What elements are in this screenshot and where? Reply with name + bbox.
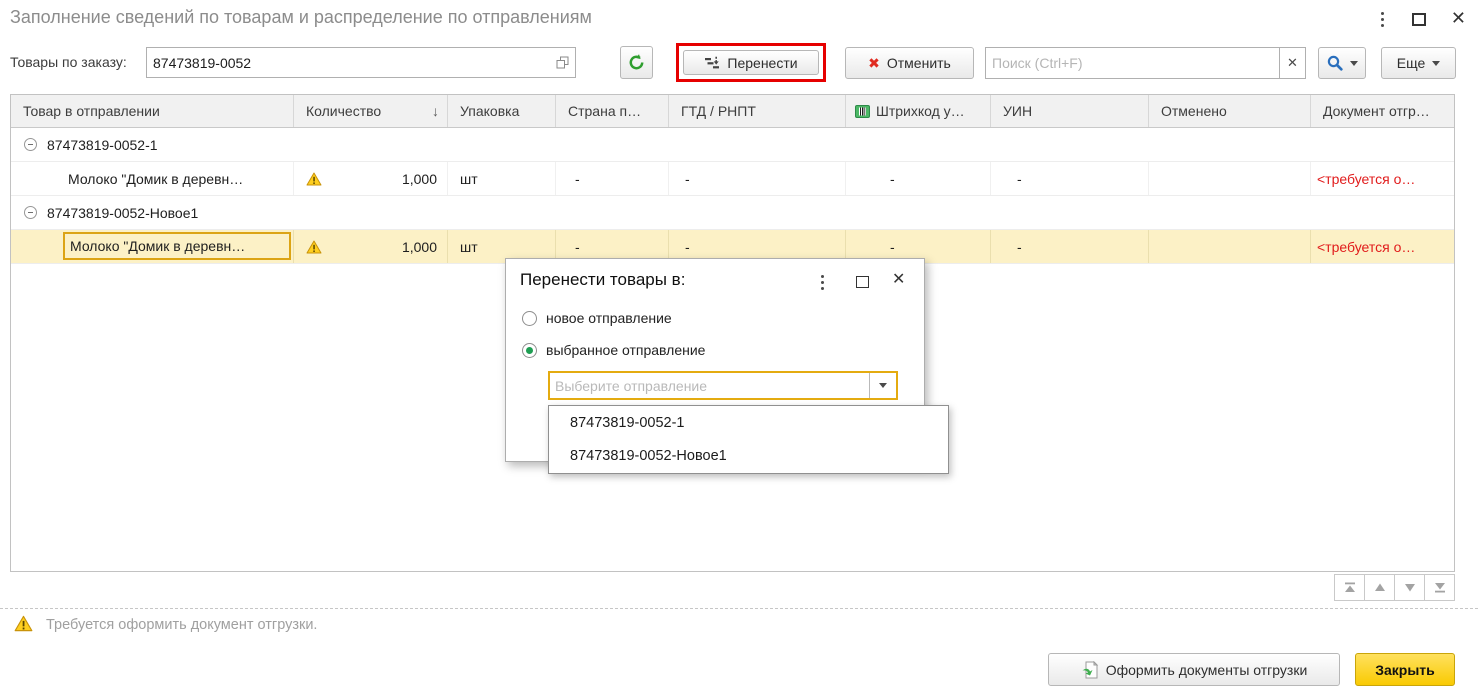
window-restore-icon[interactable]: [1412, 13, 1426, 26]
cancelled-cell[interactable]: [1149, 230, 1311, 263]
cancel-button-label: Отменить: [886, 55, 951, 71]
radio-new-label: новое отправление: [546, 310, 672, 326]
uin-cell[interactable]: -: [991, 162, 1149, 195]
uin-cell[interactable]: -: [991, 230, 1149, 263]
window-menu-icon[interactable]: [1381, 12, 1384, 27]
dialog-restore-icon[interactable]: [856, 276, 869, 288]
cancel-x-icon: ✖: [868, 54, 880, 71]
transfer-icon: [704, 56, 720, 70]
table-row-product-1[interactable]: Молоко "Домик в деревн… 1,000 шт - - - -…: [11, 162, 1454, 196]
order-label: Товары по заказу:: [10, 54, 127, 70]
warning-icon: [14, 615, 33, 632]
focused-cell-border: Молоко "Домик в деревн…: [63, 232, 291, 260]
down-icon: [1404, 584, 1415, 592]
warning-icon: [306, 172, 322, 186]
cancel-button[interactable]: ✖ Отменить: [845, 47, 974, 79]
chevron-down-icon: [1349, 60, 1358, 66]
scroll-down-button[interactable]: [1394, 574, 1425, 601]
collapse-icon[interactable]: [24, 206, 37, 219]
order-field: [146, 47, 576, 78]
col-header-shipment-doc[interactable]: Документ отгр…: [1311, 95, 1454, 127]
dialog-title: Перенести товары в:: [520, 270, 686, 289]
search-field: ✕: [985, 47, 1306, 79]
radio-icon-unchecked[interactable]: [522, 310, 537, 326]
col-header-barcode[interactable]: Штрихкод у…: [846, 95, 991, 127]
product-cell[interactable]: Молоко "Домик в деревн…: [11, 162, 294, 195]
refresh-button[interactable]: [620, 46, 653, 79]
search-button[interactable]: [1318, 47, 1366, 79]
issue-docs-label: Оформить документы отгрузки: [1105, 661, 1308, 678]
open-order-icon[interactable]: [550, 48, 575, 77]
chevron-down-icon: [1432, 60, 1441, 66]
quantity-cell[interactable]: 1,000: [294, 230, 448, 263]
table-scroll-buttons: [1334, 574, 1455, 601]
col-header-package[interactable]: Упаковка: [448, 95, 556, 127]
warning-icon: [306, 240, 322, 254]
barcode-icon: [855, 104, 870, 118]
search-clear-icon[interactable]: ✕: [1279, 48, 1305, 78]
close-button-label: Закрыть: [1375, 661, 1435, 678]
dashed-divider: [0, 608, 1478, 609]
transfer-button-label: Перенести: [727, 54, 798, 71]
radio-new-shipment[interactable]: новое отправление: [522, 310, 672, 326]
unit-cell[interactable]: шт: [448, 162, 556, 195]
magnifier-icon: [1327, 55, 1343, 71]
scroll-to-top-button[interactable]: [1334, 574, 1365, 601]
combo-dropdown-button[interactable]: [869, 373, 896, 398]
group-row-shipment-1[interactable]: 87473819-0052-1: [11, 128, 1454, 162]
more-button[interactable]: Еще: [1381, 47, 1456, 79]
window-close-icon[interactable]: ✕: [1451, 7, 1466, 29]
shipment-doc-cell[interactable]: <требуется о…: [1311, 230, 1454, 263]
table-header-row: Товар в отправлении Количество ↓ Упаковк…: [11, 95, 1454, 128]
group-row-label: 87473819-0052-1: [47, 136, 158, 153]
transfer-button[interactable]: Перенести: [683, 50, 819, 75]
barcode-cell[interactable]: -: [846, 162, 991, 195]
group-row-shipment-2[interactable]: 87473819-0052-Новое1: [11, 196, 1454, 230]
gtd-cell[interactable]: -: [669, 162, 846, 195]
annotation-red-box: Перенести: [676, 43, 826, 82]
radio-icon-checked[interactable]: [522, 342, 537, 358]
up-icon: [1374, 583, 1385, 591]
radio-selected-label: выбранное отправление: [546, 342, 706, 358]
scroll-to-bottom-button[interactable]: [1424, 574, 1455, 601]
order-input[interactable]: [147, 48, 550, 77]
shipment-doc-cell[interactable]: <требуется о…: [1311, 162, 1454, 195]
quantity-cell[interactable]: 1,000: [294, 162, 448, 195]
more-button-label: Еще: [1396, 55, 1426, 71]
col-header-country[interactable]: Страна п…: [556, 95, 669, 127]
radio-selected-shipment[interactable]: выбранное отправление: [522, 342, 705, 358]
col-header-quantity[interactable]: Количество ↓: [294, 95, 448, 127]
col-header-uin[interactable]: УИН: [991, 95, 1149, 127]
dropdown-item-1[interactable]: 87473819-0052-1: [549, 407, 948, 440]
shipment-dropdown-list: 87473819-0052-1 87473819-0052-Новое1: [548, 405, 949, 474]
page-title: Заполнение сведений по товарам и распред…: [10, 7, 592, 27]
dialog-close-icon[interactable]: ✕: [892, 269, 905, 289]
shipment-combo-input[interactable]: [550, 373, 869, 398]
col-header-cancelled[interactable]: Отменено: [1149, 95, 1311, 127]
cancelled-cell[interactable]: [1149, 162, 1311, 195]
search-input[interactable]: [986, 48, 1279, 78]
scroll-up-button[interactable]: [1364, 574, 1395, 601]
document-arrow-icon: [1081, 660, 1099, 679]
chevron-down-icon: [879, 383, 887, 388]
shipment-combobox: [548, 371, 898, 400]
to-top-icon: [1344, 582, 1355, 592]
dropdown-item-2[interactable]: 87473819-0052-Новое1: [549, 440, 948, 473]
issue-shipment-docs-button[interactable]: Оформить документы отгрузки: [1048, 653, 1340, 686]
col-header-gtd[interactable]: ГТД / РНПТ: [669, 95, 846, 127]
refresh-icon: [627, 53, 646, 72]
product-cell-focused[interactable]: Молоко "Домик в деревн…: [11, 230, 294, 263]
collapse-icon[interactable]: [24, 138, 37, 151]
group-row-label: 87473819-0052-Новое1: [47, 204, 199, 221]
footer-warning-text: Требуется оформить документ отгрузки.: [46, 617, 318, 633]
dialog-menu-icon[interactable]: [821, 275, 824, 290]
close-button[interactable]: Закрыть: [1355, 653, 1455, 686]
to-bottom-icon: [1434, 583, 1445, 593]
country-cell[interactable]: -: [556, 162, 669, 195]
col-header-product[interactable]: Товар в отправлении: [11, 95, 294, 127]
sort-desc-icon: ↓: [432, 103, 439, 119]
